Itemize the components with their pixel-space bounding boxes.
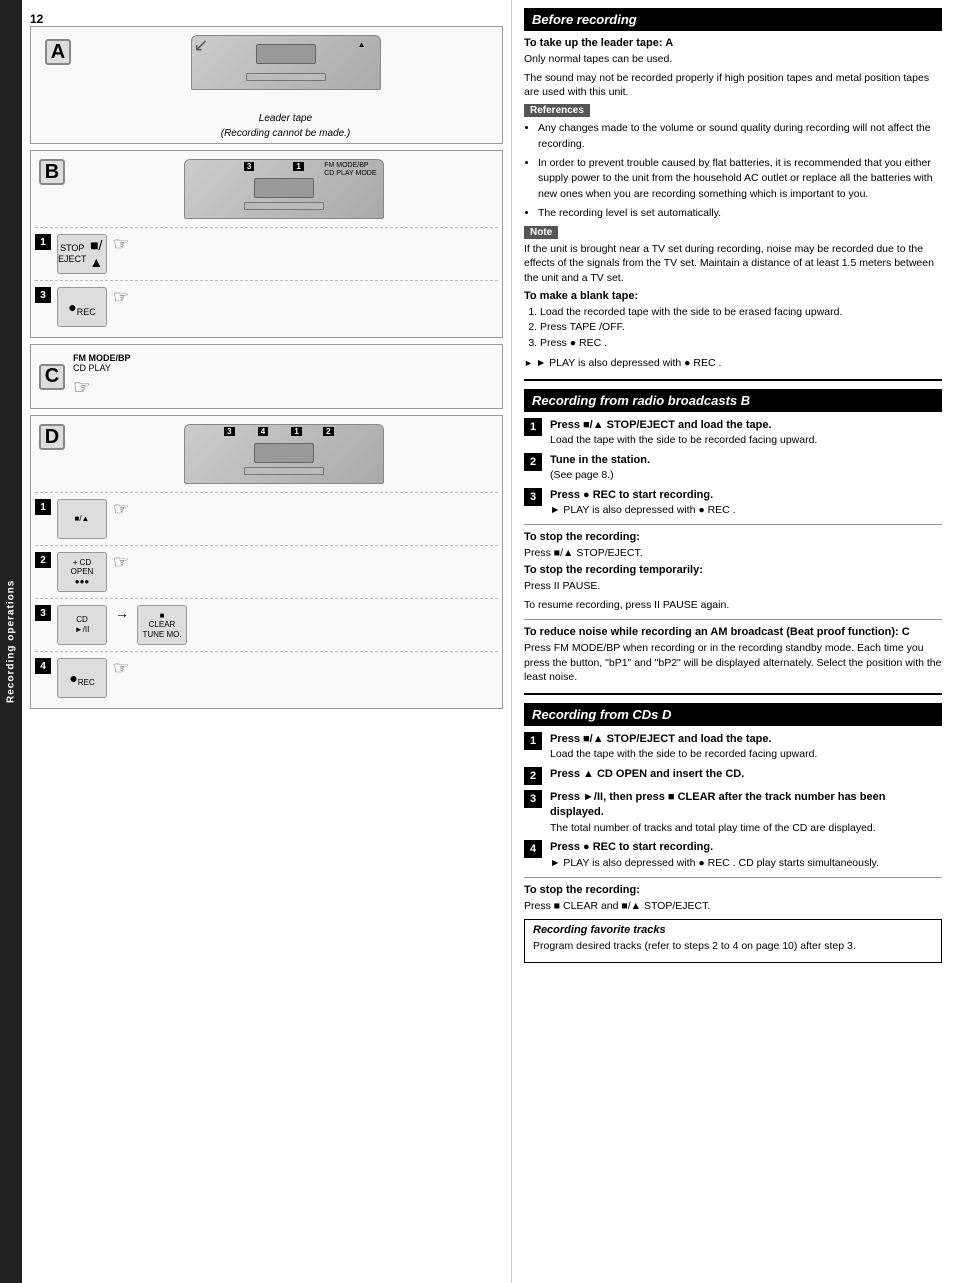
cd-step-3: 3 Press ►/II, then press ■ CLEAR after t… <box>524 790 942 835</box>
section-divider-1 <box>524 379 942 381</box>
cd-step-2: 2 Press ▲ CD OPEN and insert the CD. <box>524 767 942 785</box>
radio-divider-2 <box>524 619 942 620</box>
blank-step-3: Press ● REC . <box>540 336 942 352</box>
caption-line2: (Recording cannot be made.) <box>221 128 351 139</box>
cd-step-4: 4 Press ● REC to start recording. ► PLAY… <box>524 840 942 870</box>
b-substep-3: 3 ●REC ☞ <box>35 280 498 333</box>
section-c-label: C <box>39 364 65 390</box>
sidebar-label: Recording operations <box>0 0 22 1283</box>
cd-step-1: 1 Press ■/▲ STOP/EJECT and load the tape… <box>524 732 942 762</box>
ref-item-3: The recording level is set automatically… <box>538 206 942 222</box>
cd-step-1-content: Press ■/▲ STOP/EJECT and load the tape. … <box>550 732 942 762</box>
favorite-tracks-title: Recording favorite tracks <box>533 924 933 936</box>
radio-divider-1 <box>524 524 942 525</box>
favorite-tracks-text: Program desired tracks (refer to steps 2… <box>533 939 933 954</box>
stop-text: Press ■/▲ STOP/EJECT. <box>524 546 942 561</box>
section-divider-2 <box>524 693 942 695</box>
note-badge: Note <box>524 226 558 239</box>
cd-step-3-num: 3 <box>524 790 542 808</box>
cd-step-2-num: 2 <box>524 767 542 785</box>
blank-tape-steps: Load the recorded tape with the side to … <box>524 305 942 352</box>
leader-tape-heading: To take up the leader tape: A <box>524 37 942 49</box>
cd-step-4-content: Press ● REC to start recording. ► PLAY i… <box>550 840 942 870</box>
left-panel: 12 A ▲ ↙ Leader tape (Recording cannot b… <box>22 0 512 1283</box>
d-substep-4: 4 ●REC ☞ <box>35 651 498 704</box>
stop-temp-text: Press II PAUSE. <box>524 579 942 594</box>
section-b-label: B <box>39 159 65 185</box>
resume-text: To resume recording, press II PAUSE agai… <box>524 598 942 613</box>
stop-temp-heading: To stop the recording temporarily: <box>524 564 942 576</box>
references-badge: References <box>524 104 590 117</box>
radio-recording-section: Recording from radio broadcasts B 1 Pres… <box>524 389 942 685</box>
ref-item-1: Any changes made to the volume or sound … <box>538 121 942 153</box>
ref-item-2: In order to prevent trouble caused by fl… <box>538 156 942 203</box>
cd-step-2-content: Press ▲ CD OPEN and insert the CD. <box>550 767 942 782</box>
cd-recording-section: Recording from CDs D 1 Press ■/▲ STOP/EJ… <box>524 703 942 913</box>
radio-step-1: 1 Press ■/▲ STOP/EJECT and load the tape… <box>524 418 942 448</box>
blank-step-1: Load the recorded tape with the side to … <box>540 305 942 321</box>
radio-recording-title: Recording from radio broadcasts B <box>524 389 942 412</box>
cd-stop-heading: To stop the recording: <box>524 884 942 896</box>
reduce-noise-heading: To reduce noise while recording an AM br… <box>524 626 942 638</box>
section-b: B 3 1 FM MODE/BPCD PLAY MODE 1 STOPEJECT… <box>30 150 503 338</box>
cd-step-1-num: 1 <box>524 732 542 750</box>
blank-tape-heading: To make a blank tape: <box>524 290 942 302</box>
blank-step-2: Press TAPE /OFF. <box>540 320 942 336</box>
section-a: A ▲ ↙ Leader tape (Recording cannot be m… <box>30 26 503 144</box>
references-list: Any changes made to the volume or sound … <box>524 121 942 222</box>
cd-step-4-num: 4 <box>524 840 542 858</box>
cd-stop-text: Press ■ CLEAR and ■/▲ STOP/EJECT. <box>524 899 942 914</box>
radio-step-3: 3 Press ● REC to start recording. ► PLAY… <box>524 488 942 518</box>
radio-step-3-content: Press ● REC to start recording. ► PLAY i… <box>550 488 942 518</box>
page-number: 12 <box>30 12 503 26</box>
favorite-tracks-section: Recording favorite tracks Program desire… <box>524 919 942 963</box>
b-substep-1: 1 STOPEJECT■/▲ ☞ <box>35 227 498 280</box>
section-d: D 3 4 1 2 1 ■/▲ ☞ 2 + CDOPEN●●● ☞ <box>30 415 503 709</box>
note-text: If the unit is brought near a TV set dur… <box>524 242 942 286</box>
cd-step-3-content: Press ►/II, then press ■ CLEAR after the… <box>550 790 942 835</box>
radio-step-3-num: 3 <box>524 488 542 506</box>
radio-step-1-content: Press ■/▲ STOP/EJECT and load the tape. … <box>550 418 942 448</box>
leader-tape-line1: Only normal tapes can be used. <box>524 52 942 67</box>
d-substep-1: 1 ■/▲ ☞ <box>35 492 498 545</box>
before-recording-title: Before recording <box>524 8 942 31</box>
cd-divider <box>524 877 942 878</box>
stop-heading: To stop the recording: <box>524 531 942 543</box>
section-c: C FM MODE/BP CD PLAY ☞ <box>30 344 503 409</box>
reduce-noise-text: Press FM MODE/BP when recording or in th… <box>524 641 942 685</box>
radio-step-1-num: 1 <box>524 418 542 436</box>
section-d-label: D <box>39 424 65 450</box>
leader-tape-line2: The sound may not be recorded properly i… <box>524 71 942 100</box>
d-substep-2: 2 + CDOPEN●●● ☞ <box>35 545 498 598</box>
blank-tape-note: ► ► PLAY is also depressed with ● REC . <box>524 356 942 371</box>
d-substep-3: 3 CD►/II → ■CLEARTUNE MO. <box>35 598 498 651</box>
right-panel: Before recording To take up the leader t… <box>512 0 954 1283</box>
caption-line1: Leader tape <box>259 113 312 124</box>
cd-recording-title: Recording from CDs D <box>524 703 942 726</box>
before-recording-section: Before recording To take up the leader t… <box>524 8 942 371</box>
radio-step-2-content: Tune in the station. (See page 8.) <box>550 453 942 483</box>
section-a-label: A <box>45 39 71 65</box>
radio-step-2: 2 Tune in the station. (See page 8.) <box>524 453 942 483</box>
radio-step-2-num: 2 <box>524 453 542 471</box>
